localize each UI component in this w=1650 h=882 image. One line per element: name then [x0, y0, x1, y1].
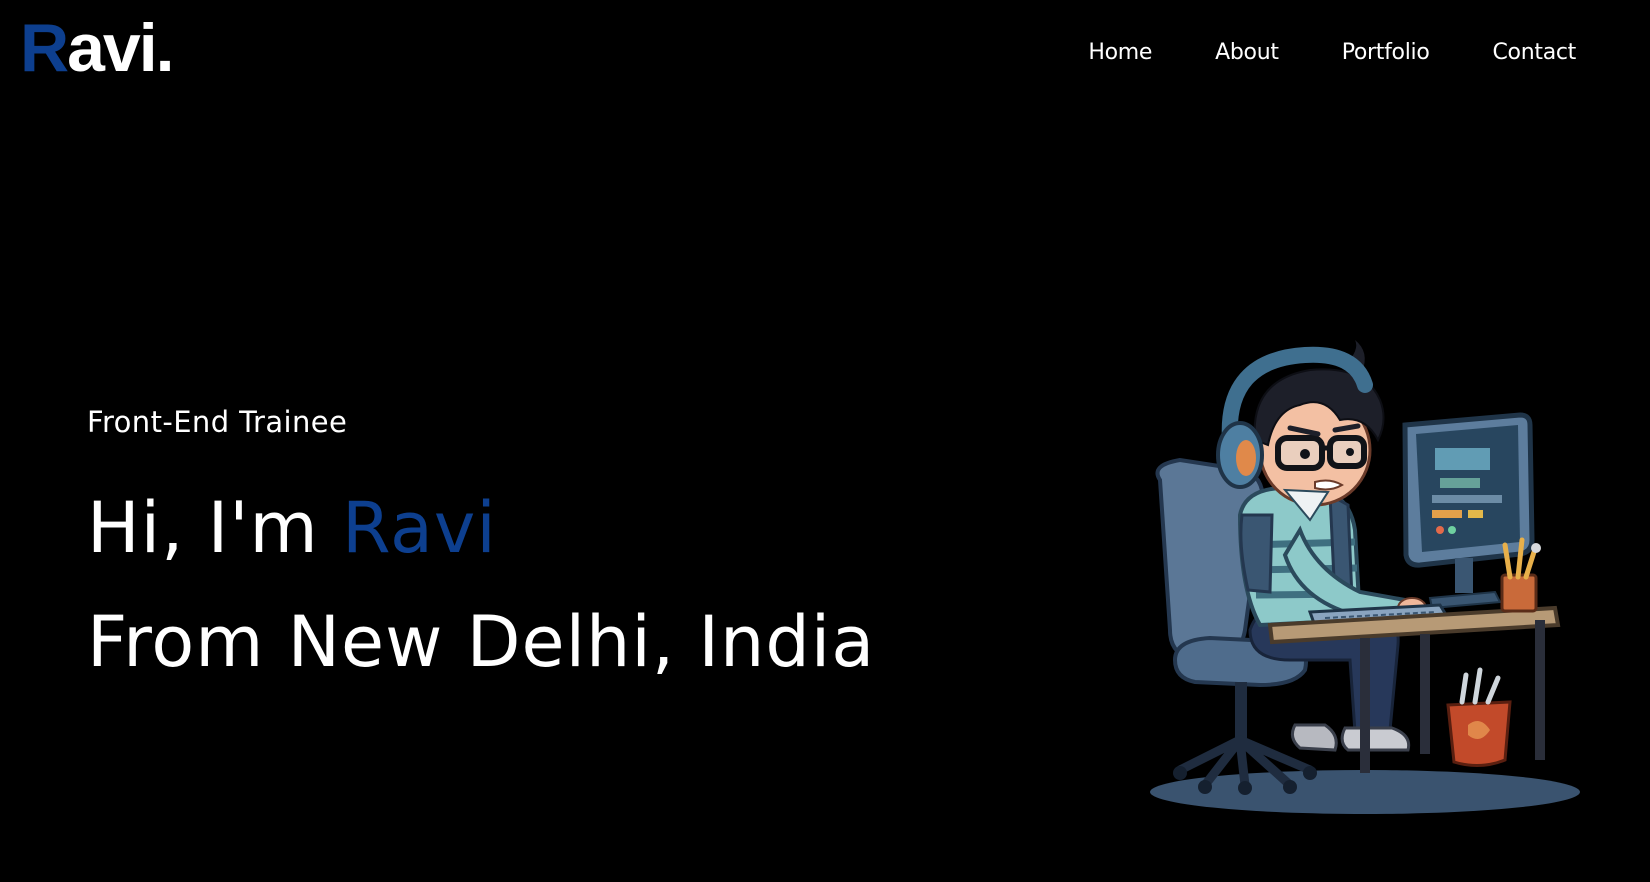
shoe-right [1290, 723, 1338, 752]
logo[interactable]: Ravi. [20, 8, 175, 88]
pencil-cup [1500, 573, 1538, 613]
chair-stem [1235, 682, 1247, 742]
nav-about-link[interactable]: About [1215, 40, 1279, 65]
desk-leg [1360, 638, 1370, 773]
hero-greeting-heading: Hi, I'm Ravi [87, 483, 497, 573]
shoe-left [1340, 726, 1411, 752]
monitor-screen [1416, 425, 1520, 552]
developer-illustration [1150, 340, 1580, 814]
vest [1239, 513, 1274, 594]
logo-initial: R [20, 10, 69, 86]
main-nav: Home About Portfolio Contact [1025, 32, 1650, 72]
nav-portfolio-link[interactable]: Portfolio [1342, 40, 1430, 65]
hero-role: Front-End Trainee [87, 405, 348, 439]
hero-name: Ravi [341, 487, 497, 569]
nav-contact-link[interactable]: Contact [1493, 40, 1577, 65]
logo-text: avi. [67, 10, 174, 86]
hero-greeting: Hi, I'm [87, 487, 319, 569]
nav-home-link[interactable]: Home [1088, 40, 1152, 65]
glasses [1275, 435, 1325, 471]
hero-location: From New Delhi, India [87, 601, 876, 683]
